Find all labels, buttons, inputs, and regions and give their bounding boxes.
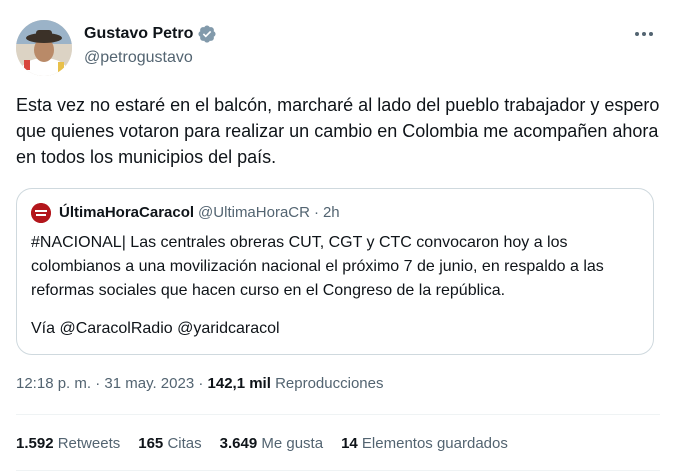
bookmarks-label: Elementos guardados [361,435,508,452]
likes-label: Me gusta [261,435,324,452]
quotes-label: Citas [167,435,202,452]
tweet-stats: 1.592 Retweets 165 Citas 3.649 Me gusta … [16,434,508,454]
quote-avatar [31,203,51,223]
meta-separator-2: · [198,375,204,392]
quote-author-name[interactable]: ÚltimaHoraCaracol [59,203,194,223]
retweets-stat[interactable]: 1.592 Retweets [16,434,120,454]
author-handle[interactable]: @petrogustavo [84,48,193,68]
tweet-date[interactable]: 31 may. 2023 [104,375,194,392]
quote-time[interactable]: 2h [323,203,340,223]
views-label: Reproducciones [275,375,384,392]
quotes-stat[interactable]: 165 Citas [138,434,201,454]
views-count: 142,1 mil [207,375,271,392]
quotes-count: 165 [138,435,164,452]
author-avatar[interactable] [16,20,72,76]
retweets-label: Retweets [57,435,121,452]
tweet-meta: 12:18 p. m. · 31 may. 2023 · 142,1 mil R… [16,374,383,394]
quote-header: ÚltimaHoraCaracol @UltimaHoraCR · 2h [59,203,340,223]
tweet-text: Esta vez no estaré en el balcón, marchar… [16,95,660,167]
bookmarks-count: 14 [341,435,358,452]
divider [16,414,660,415]
retweets-count: 1.592 [16,435,54,452]
quote-via: Vía @CaracolRadio @yaridcaracol [31,320,280,337]
author-name-row: Gustavo Petro [84,24,217,44]
more-options-icon[interactable] [630,24,658,44]
avatar-image [16,20,72,76]
likes-count: 3.649 [219,435,258,452]
verified-badge-icon[interactable] [197,24,217,44]
author-name[interactable]: Gustavo Petro [84,24,193,44]
divider-bottom [16,470,660,471]
quote-author-handle[interactable]: @UltimaHoraCR [198,203,310,223]
meta-separator: · [95,375,101,392]
bookmarks-stat[interactable]: 14 Elementos guardados [341,434,508,454]
tweet: Gustavo Petro @petrogustavo Esta vez no … [0,0,676,472]
quote-separator: · [313,204,319,221]
quote-text: #NACIONAL| Las centrales obreras CUT, CG… [31,234,604,299]
tweet-time[interactable]: 12:18 p. m. [16,375,91,392]
quoted-tweet[interactable]: ÚltimaHoraCaracol @UltimaHoraCR · 2h #NA… [16,188,654,355]
likes-stat[interactable]: 3.649 Me gusta [220,434,323,454]
